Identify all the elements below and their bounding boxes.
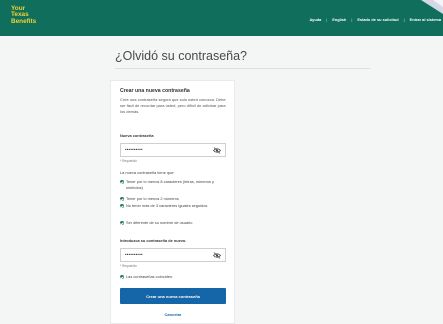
check-circle-icon (120, 197, 124, 201)
reset-password-card: Crear una nueva contraseña Cree una cont… (110, 80, 235, 324)
top-header: Your Texas Benefits Ayuda | English | Es… (0, 0, 443, 36)
password-match-status: Las contraseñas coinciden. (120, 274, 230, 280)
check-circle-icon (120, 180, 124, 184)
page-title: ¿Olvidó su contraseña? (115, 49, 248, 63)
header-nav: Ayuda | English | Estado de su solicitud… (309, 15, 441, 23)
new-password-label: Nueva contraseña (120, 133, 154, 138)
rule-item: Ser diferente de su nombre de usuario (120, 220, 230, 226)
nav-link-login[interactable]: Entrar al sistema (410, 17, 441, 22)
cancel-link[interactable]: Cancelar (120, 312, 226, 317)
title-divider (115, 68, 370, 69)
rule-text: Tener por lo menos 2 números (126, 196, 179, 201)
rule-item: Tener por lo menos 8 caracteres (letras,… (120, 179, 230, 191)
rule-text: No tener más de 3 caracteres iguales seg… (126, 203, 208, 208)
eye-slash-icon[interactable] (213, 147, 221, 154)
confirm-password-input[interactable]: •••••••••• (120, 248, 226, 262)
new-password-required: * Requerido (120, 159, 137, 163)
check-circle-icon (120, 204, 124, 208)
your-texas-benefits-logo[interactable]: Your Texas Benefits (11, 5, 37, 25)
rule-item: No tener más de 3 caracteres iguales seg… (120, 203, 230, 209)
corner-decoration-inner (433, 0, 443, 7)
nav-link-help[interactable]: Ayuda (309, 17, 321, 22)
logo-line-3: Benefits (11, 17, 37, 25)
eye-slash-icon[interactable] (213, 252, 221, 259)
rule-item: Tener por lo menos 2 números (120, 196, 230, 202)
new-password-input[interactable]: •••••••••• (120, 143, 226, 157)
rules-intro: La nueva contraseña tiene que: (120, 170, 175, 175)
nav-separator: | (351, 16, 353, 22)
check-circle-icon (120, 275, 124, 279)
nav-separator: | (403, 16, 405, 22)
card-title: Crear una nueva contraseña (120, 88, 190, 94)
rule-text: Ser diferente de su nombre de usuario (126, 220, 193, 225)
confirm-password-label: Introduzca su contraseña de nuevo. (120, 238, 187, 243)
card-description: Cree una contraseña segura que solo uste… (120, 97, 226, 114)
create-password-button[interactable]: Crear una nueva contraseña (120, 288, 226, 304)
new-password-value: •••••••••• (125, 147, 143, 152)
confirm-password-value: •••••••••• (125, 252, 143, 257)
nav-link-application-status[interactable]: Estado de su solicitud (357, 17, 398, 22)
nav-link-english[interactable]: English (332, 17, 346, 22)
check-circle-icon (120, 221, 124, 225)
rule-text: Tener por lo menos 8 caracteres (letras,… (126, 179, 215, 190)
confirm-password-required: * Requerido (120, 264, 137, 268)
password-match-text: Las contraseñas coinciden. (126, 274, 174, 279)
nav-separator: | (326, 16, 328, 22)
